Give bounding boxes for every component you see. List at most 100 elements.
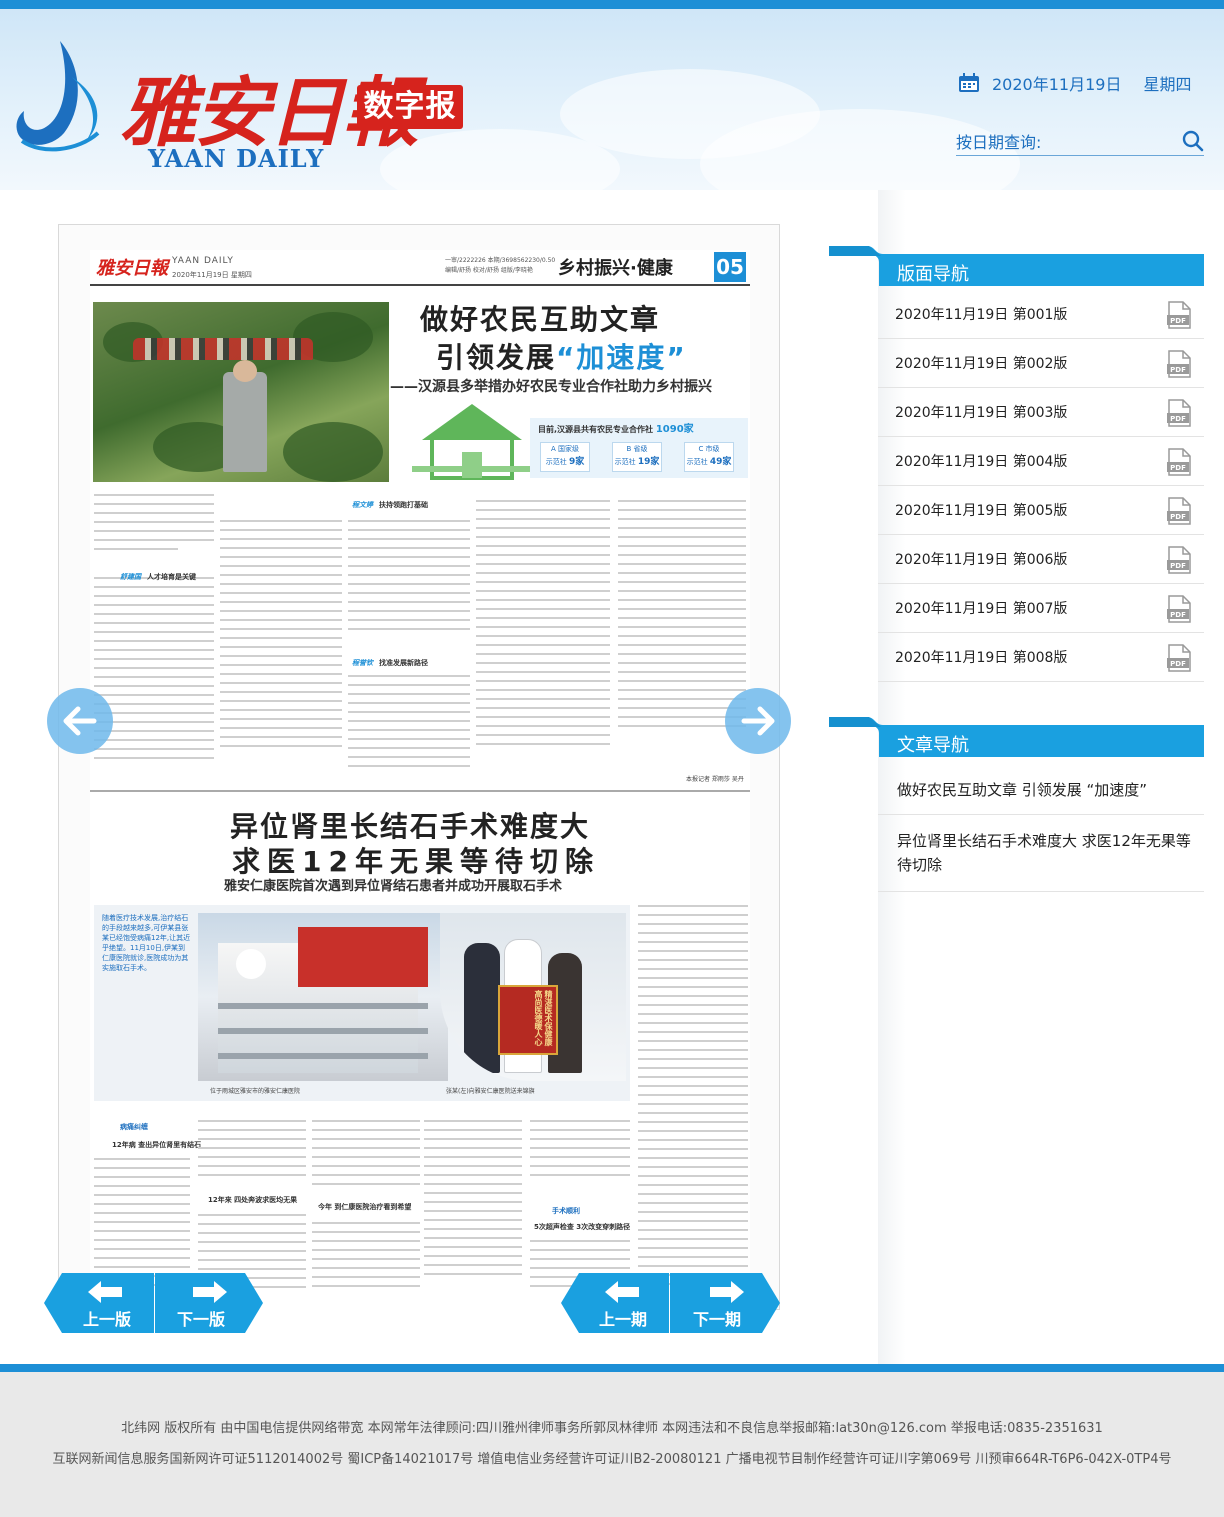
arrow-left-icon	[88, 1281, 122, 1303]
site-header: 雅安日報 数字报 YAAN DAILY 2020年11月19日 星期四 按日期查…	[0, 9, 1224, 190]
svg-text:PDF: PDF	[1170, 513, 1186, 521]
stat-label: 示范社	[686, 458, 708, 466]
arrow-left-icon	[605, 1281, 639, 1303]
article1-subhead: 程文婷 扶持领跑打基础	[352, 500, 428, 510]
page-list-item[interactable]: 2020年11月19日 第006版 PDF	[878, 535, 1204, 584]
pdf-icon[interactable]: PDF	[1166, 497, 1192, 525]
page-list-label: 2020年11月19日 第002版	[895, 356, 1068, 372]
stat-grade: A 国家级	[550, 445, 579, 453]
next-page-button[interactable]: 下一版	[155, 1273, 263, 1333]
stat-grade: B 省级	[626, 445, 648, 453]
article-list-item[interactable]: 异位肾里长结石手术难度大 求医12年无果等待切除	[878, 815, 1204, 892]
page-list-label: 2020年11月19日 第004版	[895, 454, 1068, 470]
coop-stats-title: 目前,汉源县共有农民专业合作社 1090家	[538, 420, 694, 435]
date-search-field[interactable]: 按日期查询:	[956, 127, 1204, 156]
silk-banner-text: 精湛医术保健康 高尚医德暖人心	[498, 985, 558, 1055]
prev-page-label: 上一版	[82, 1310, 131, 1329]
stat-label: 示范社	[545, 458, 567, 466]
pdf-icon[interactable]: PDF	[1166, 644, 1192, 672]
subhead-text: 人才培育是关键	[147, 573, 196, 581]
next-page-arrow[interactable]	[725, 688, 791, 754]
stat-card: B 省级 示范社 19家	[612, 442, 662, 472]
page-list-label: 2020年11月19日 第001版	[895, 307, 1068, 323]
article-nav-header: 文章导航	[829, 713, 1204, 757]
article1-title-highlight: “加速度”	[556, 341, 687, 374]
stat-card: A 国家级 示范社 9家	[540, 442, 590, 472]
article1-title-prefix: 引领发展	[436, 341, 557, 374]
page-list-label: 2020年11月19日 第005版	[895, 503, 1068, 519]
subhead-text: 扶持领跑打基础	[379, 501, 428, 509]
tea-garden-photo	[93, 302, 389, 482]
article2-subhead: 12年病 查出异位肾里有结石	[112, 1141, 202, 1149]
article2-body-column	[198, 1120, 306, 1190]
photo-caption-right: 张某(左)向雅安仁康医院送来锦旗	[446, 1088, 535, 1095]
site-logo[interactable]: 雅安日報 数字报 YAAN DAILY	[12, 37, 482, 177]
stat-value: 49家	[709, 457, 732, 467]
prev-issue-label: 上一期	[598, 1310, 647, 1329]
pdf-icon[interactable]: PDF	[1166, 595, 1192, 623]
date-search-label: 按日期查询:	[956, 133, 1042, 152]
pdf-icon[interactable]: PDF	[1166, 448, 1192, 476]
svg-text:PDF: PDF	[1170, 464, 1186, 472]
stat-grade: C 市级	[698, 445, 720, 453]
pdf-icon[interactable]: PDF	[1166, 301, 1192, 329]
page-list-item[interactable]: 2020年11月19日 第007版 PDF	[878, 584, 1204, 633]
page-list-item[interactable]: 2020年11月19日 第005版 PDF	[878, 486, 1204, 535]
photo-caption-left: 位于雨城区雅安市的雅安仁康医院	[210, 1088, 301, 1095]
article2-lead-panel: 随着医疗技术发展,治疗结石的手段越来越多,可伊某县张某已经饱受病痛12年,让其近…	[94, 905, 630, 1101]
article1-subhead: 程誉钦 找准发展新路径	[352, 658, 428, 668]
prev-page-button[interactable]: 上一版	[44, 1273, 154, 1333]
page-list-item[interactable]: 2020年11月19日 第004版 PDF	[878, 437, 1204, 486]
article1-body-column	[220, 520, 342, 780]
page-nav-header: 版面导航	[829, 242, 1204, 286]
page-list-label: 2020年11月19日 第007版	[895, 601, 1068, 617]
article1-subhead: 舒建国 人才培育是关键	[120, 572, 196, 582]
article1-body-column	[476, 500, 610, 783]
arrow-right-icon	[710, 1281, 744, 1303]
newspaper-page-image[interactable]: 雅安日報 YAAN DAILY 2020年11月19日 星期四 一审/22222…	[90, 250, 750, 1310]
page-list: 2020年11月19日 第001版 PDF 2020年11月19日 第002版 …	[878, 290, 1204, 682]
article2-body-column	[312, 1120, 420, 1200]
article1-body-column	[94, 494, 214, 784]
previous-page-arrow[interactable]	[47, 688, 113, 754]
house-illustration-icon	[412, 404, 532, 480]
article2-subhead: 今年 到仁康医院治疗看到希望	[318, 1203, 412, 1211]
pdf-icon[interactable]: PDF	[1166, 546, 1192, 574]
paper-meta-line: 一审/2222226 本期/3698562230/0.50	[445, 257, 556, 264]
pdf-icon[interactable]: PDF	[1166, 399, 1192, 427]
coop-stats-prefix: 目前,汉源县共有农民专业合作社	[538, 425, 654, 434]
article2-lead-text: 随着医疗技术发展,治疗结石的手段越来越多,可伊某县张某已经饱受病痛12年,让其近…	[102, 914, 191, 972]
coop-stats-total: 1090家	[655, 424, 694, 435]
article-list-item[interactable]: 做好农民互助文章 引领发展 “加速度”	[878, 766, 1204, 815]
article1-title-line1: 做好农民互助文章	[420, 303, 661, 336]
paper-masthead: 雅安日報 YAAN DAILY 2020年11月19日 星期四 一审/22222…	[90, 250, 750, 286]
page-list-item[interactable]: 2020年11月19日 第003版 PDF	[878, 388, 1204, 437]
page-list-item[interactable]: 2020年11月19日 第002版 PDF	[878, 339, 1204, 388]
article1-byline: 本报记者 郑雨莎 吴丹	[686, 776, 744, 783]
logo-digital-badge: 数字报	[357, 85, 463, 129]
pdf-icon[interactable]: PDF	[1166, 350, 1192, 378]
arrow-right-icon	[193, 1281, 227, 1303]
footer-accent-stripe	[0, 1364, 1224, 1372]
paper-masthead-date: 2020年11月19日 星期四	[172, 271, 252, 279]
subhead-tag: 程誉钦	[352, 659, 373, 667]
page-list-item[interactable]: 2020年11月19日 第001版 PDF	[878, 290, 1204, 339]
page-list-label: 2020年11月19日 第003版	[895, 405, 1068, 421]
svg-text:PDF: PDF	[1170, 415, 1186, 423]
paper-section-title: 乡村振兴·健康	[558, 258, 673, 279]
search-icon[interactable]	[1182, 130, 1204, 152]
svg-text:PDF: PDF	[1170, 317, 1186, 325]
article1-title-line2: 引领发展“加速度”	[436, 336, 687, 376]
next-issue-button[interactable]: 下一期	[670, 1273, 780, 1333]
article-nav-title: 文章导航	[897, 735, 969, 756]
article-list: 做好农民互助文章 引领发展 “加速度” 异位肾里长结石手术难度大 求医12年无果…	[878, 766, 1204, 892]
svg-text:PDF: PDF	[1170, 611, 1186, 619]
article-divider	[90, 790, 750, 792]
paper-meta-line: 编辑/舒扬 校对/舒扬 组版/李晓艳	[445, 267, 533, 274]
article2-subtitle: 雅安仁康医院首次遇到异位肾结石患者并成功开展取石手术	[224, 879, 563, 894]
prev-issue-button[interactable]: 上一期	[561, 1273, 669, 1333]
page-list-item[interactable]: 2020年11月19日 第008版 PDF	[878, 633, 1204, 682]
weekday-text: 星期四	[1143, 75, 1192, 94]
logo-english-name: YAAN DAILY	[148, 144, 325, 173]
logo-swoosh-icon	[16, 41, 100, 152]
